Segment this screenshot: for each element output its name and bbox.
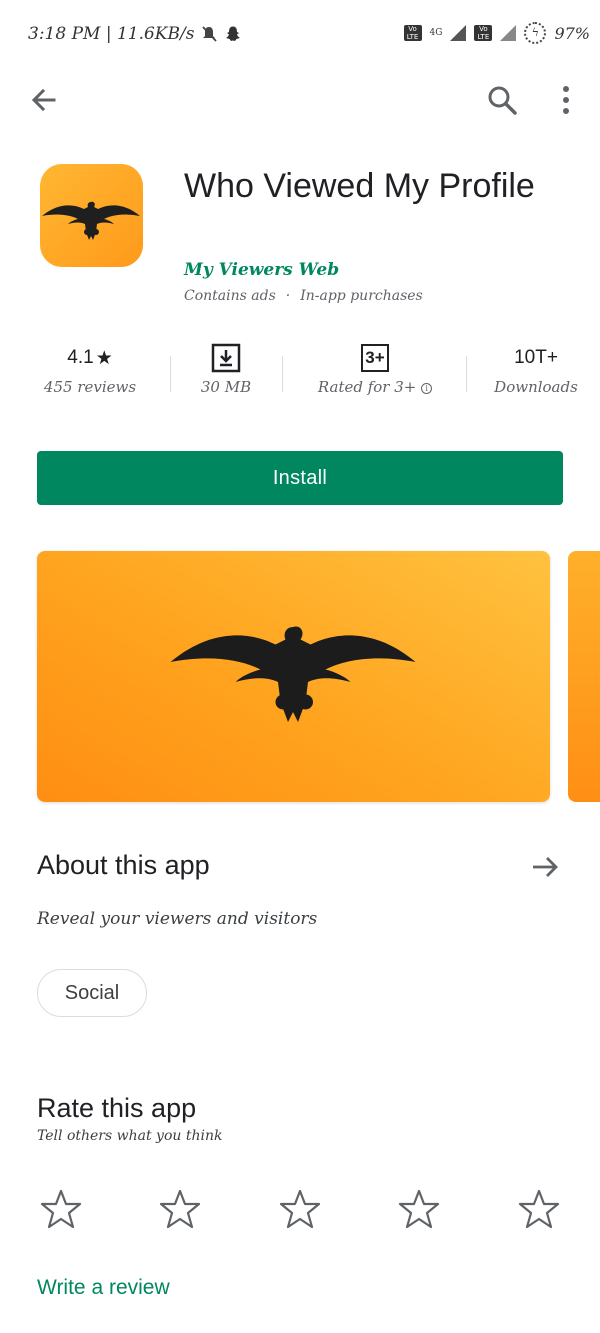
- downloads-count: 10T+: [514, 347, 558, 368]
- top-toolbar: [0, 74, 600, 126]
- status-time-speed: 3:18 PM | 11.6KB/s: [28, 24, 195, 44]
- content-rating-badge-row: 3+: [300, 340, 450, 376]
- download-icon: [211, 343, 241, 373]
- content-rating-stat[interactable]: 3+ Rated for 3+ i: [300, 340, 450, 396]
- arrow-right-icon[interactable]: [528, 850, 562, 884]
- eagle-icon: [42, 201, 140, 240]
- in-app-purchases-label: In-app purchases: [300, 288, 423, 304]
- volte-badge-1: Vo LTE: [403, 25, 422, 41]
- size-stat: 30 MB: [180, 340, 272, 396]
- app-size: 30 MB: [200, 378, 252, 396]
- about-description: Reveal your viewers and visitors: [37, 909, 318, 929]
- star-4-icon[interactable]: [398, 1188, 440, 1230]
- reviews-count: 455 reviews: [43, 378, 137, 396]
- install-button[interactable]: Install: [37, 451, 563, 505]
- rating-value-row: 4.1 ★: [30, 340, 150, 376]
- back-arrow-icon[interactable]: [26, 82, 62, 118]
- downloads-stat: 10T+ Downloads: [490, 340, 582, 396]
- stat-divider: [282, 356, 283, 392]
- app-icon: [40, 164, 143, 267]
- content-rating-row: Rated for 3+ i: [300, 378, 450, 396]
- status-bar: 3:18 PM | 11.6KB/s Vo LTE 4G Vo LTE ϟ 97…: [0, 0, 600, 70]
- info-icon: i: [421, 382, 433, 394]
- content-rating-label: Rated for 3+: [317, 378, 417, 396]
- search-icon[interactable]: [484, 82, 520, 118]
- about-title[interactable]: About this app: [37, 850, 210, 881]
- app-meta: Contains ads · In-app purchases: [184, 288, 423, 304]
- downloads-label: Downloads: [494, 378, 578, 396]
- rating-star-icon: ★: [95, 347, 113, 369]
- write-review-link[interactable]: Write a review: [37, 1276, 170, 1300]
- battery-percent: 97%: [554, 23, 590, 43]
- status-left: 3:18 PM | 11.6KB/s: [28, 24, 242, 44]
- content-rating-badge: 3+: [361, 344, 389, 372]
- screenshot-next-preview[interactable]: [568, 551, 600, 802]
- star-5-icon[interactable]: [518, 1188, 560, 1230]
- stat-divider: [466, 356, 467, 392]
- rating-value: 4.1: [67, 347, 94, 368]
- bell-off-icon: [202, 26, 218, 42]
- star-3-icon[interactable]: [279, 1188, 321, 1230]
- volte-badge-2: Vo LTE: [474, 25, 493, 41]
- meta-separator: ·: [285, 288, 291, 304]
- signal-icon-1: [450, 25, 467, 41]
- network-type: 4G: [429, 28, 443, 38]
- size-icon-row: [180, 340, 272, 376]
- rating-stat[interactable]: 4.1 ★ 455 reviews: [30, 340, 150, 396]
- eagle-icon: [170, 626, 416, 722]
- battery-charging-icon: ϟ: [524, 22, 547, 44]
- app-title: Who Viewed My Profile: [184, 167, 535, 205]
- stat-divider: [170, 356, 171, 392]
- star-2-icon[interactable]: [159, 1188, 201, 1230]
- category-chip[interactable]: Social: [37, 969, 147, 1017]
- rate-title: Rate this app: [37, 1093, 197, 1123]
- status-right: Vo LTE 4G Vo LTE ϟ 97%: [403, 22, 590, 44]
- star-1-icon[interactable]: [40, 1188, 82, 1230]
- rate-subtitle: Tell others what you think: [37, 1128, 223, 1144]
- contains-ads-label: Contains ads: [184, 288, 276, 304]
- signal-icon-2: [500, 25, 517, 41]
- stats-row: 4.1 ★ 455 reviews 30 MB 3+ Rated for 3+ …: [0, 340, 600, 410]
- snapchat-icon: [226, 26, 241, 41]
- screenshot-banner[interactable]: [37, 551, 550, 802]
- developer-link[interactable]: My Viewers Web: [184, 260, 339, 280]
- more-vert-icon[interactable]: [552, 82, 580, 118]
